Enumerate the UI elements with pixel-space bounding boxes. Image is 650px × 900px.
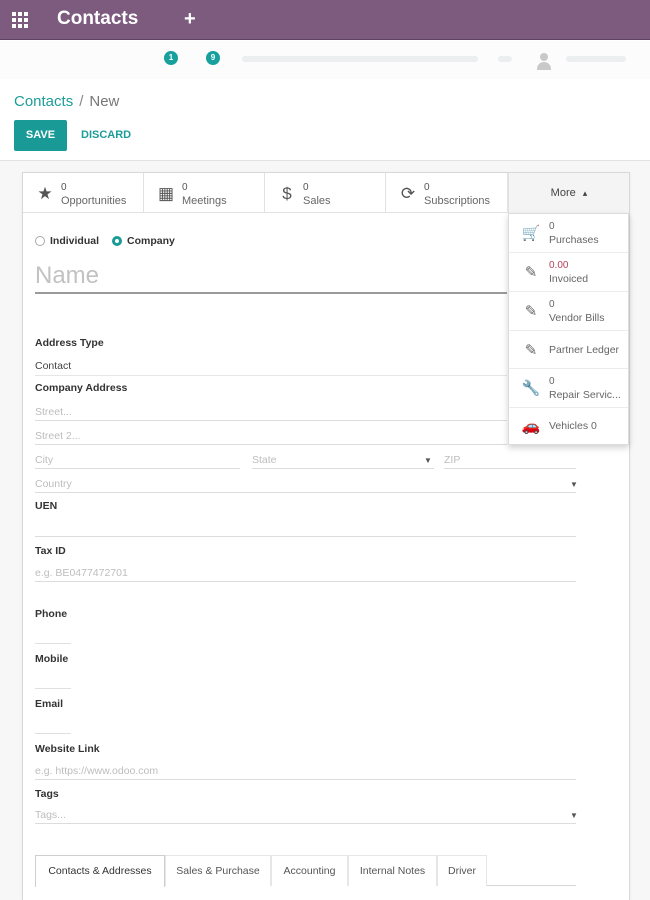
- email-input[interactable]: [35, 733, 71, 734]
- phone-label: Phone: [35, 608, 68, 620]
- invoiced-button[interactable]: ✎ 0.00 Invoiced: [509, 253, 628, 292]
- blurred-username[interactable]: [566, 56, 626, 62]
- subscriptions-button[interactable]: ⟳ 0 Subscriptions: [386, 173, 508, 213]
- blurred-systray-text: [242, 56, 478, 62]
- meetings-label: Meetings: [182, 195, 227, 207]
- street2-input[interactable]: [35, 427, 507, 445]
- partner-ledger-label: Partner Ledger: [549, 344, 620, 356]
- vendor-bills-label: Vendor Bills: [549, 312, 605, 324]
- uen-label: UEN: [35, 500, 58, 512]
- sales-label: Sales: [303, 195, 331, 207]
- chevron-down-icon[interactable]: ▼: [570, 480, 578, 489]
- subscriptions-label: Subscriptions: [424, 195, 491, 207]
- state-select[interactable]: [252, 451, 434, 469]
- vendor-bills-count: 0: [549, 299, 555, 310]
- cart-icon: 🛒: [521, 225, 541, 242]
- zip-input[interactable]: [444, 451, 576, 469]
- street-input[interactable]: [35, 403, 507, 421]
- address-type-select[interactable]: Contact: [35, 360, 71, 372]
- partner-ledger-button[interactable]: ✎ Partner Ledger: [509, 331, 628, 369]
- divider: [35, 375, 507, 376]
- individual-radio[interactable]: [35, 236, 45, 246]
- chevron-down-icon[interactable]: ▼: [570, 811, 578, 820]
- purchases-button[interactable]: 🛒 0 Purchases: [509, 214, 628, 253]
- star-icon: ★: [37, 184, 53, 203]
- more-button[interactable]: More ▴: [508, 173, 629, 213]
- tags-input[interactable]: [35, 806, 576, 824]
- website-input[interactable]: [35, 762, 576, 780]
- discard-button[interactable]: DISCARD: [81, 129, 131, 141]
- messages-badge[interactable]: 9: [206, 51, 220, 65]
- opportunities-count: 0: [61, 182, 67, 193]
- calendar-icon: ▦: [157, 184, 175, 203]
- tax-id-input[interactable]: [35, 564, 576, 582]
- edit-icon: ✎: [524, 303, 538, 320]
- sales-button[interactable]: $ 0 Sales: [265, 173, 386, 213]
- country-select[interactable]: [35, 475, 576, 493]
- vehicles-button[interactable]: 🚗 Vehicles 0: [509, 408, 628, 445]
- uen-input[interactable]: [35, 519, 576, 537]
- more-label: More: [550, 187, 576, 199]
- app-title[interactable]: Contacts: [57, 8, 138, 30]
- address-type-label: Address Type: [35, 337, 104, 349]
- activity-badge[interactable]: 1: [164, 51, 178, 65]
- mobile-input[interactable]: [35, 688, 71, 689]
- city-input[interactable]: [35, 451, 240, 469]
- phone-input[interactable]: [35, 643, 71, 644]
- company-radio[interactable]: [112, 236, 122, 246]
- purchases-label: Purchases: [549, 234, 599, 246]
- vehicles-label: Vehicles 0: [549, 420, 597, 432]
- more-dropdown-menu: 🛒 0 Purchases ✎ 0.00 Invoiced ✎ 0 Vendor…: [508, 213, 629, 445]
- repair-count: 0: [549, 376, 555, 387]
- dollar-icon: $: [282, 184, 292, 203]
- breadcrumb-current: New: [89, 93, 120, 110]
- tab-contacts-addresses[interactable]: Contacts & Addresses: [35, 855, 165, 887]
- top-navbar: Contacts +: [0, 0, 650, 40]
- opportunities-button[interactable]: ★ 0 Opportunities: [23, 173, 144, 213]
- invoiced-label: Invoiced: [549, 273, 589, 285]
- car-icon: 🚗: [521, 418, 541, 435]
- breadcrumb-contacts-link[interactable]: Contacts: [14, 93, 73, 110]
- apps-menu-icon[interactable]: [12, 12, 28, 28]
- website-label: Website Link: [35, 743, 100, 755]
- tax-id-label: Tax ID: [35, 545, 66, 557]
- mobile-label: Mobile: [35, 653, 69, 665]
- blurred-systray-text: [498, 56, 512, 62]
- caret-up-icon: ▴: [582, 188, 588, 198]
- breadcrumb-separator: /: [79, 93, 84, 110]
- refresh-icon: ⟳: [400, 184, 416, 203]
- save-button[interactable]: SAVE: [14, 120, 67, 151]
- breadcrumb: Contacts / New: [14, 93, 119, 110]
- meetings-count: 0: [182, 182, 188, 193]
- tab-sales-purchase[interactable]: Sales & Purchase: [165, 855, 271, 886]
- edit-icon: ✎: [524, 264, 538, 281]
- tab-internal-notes[interactable]: Internal Notes: [348, 855, 437, 886]
- wrench-icon: 🔧: [521, 380, 541, 397]
- repair-services-button[interactable]: 🔧 0 Repair Servic...: [509, 369, 628, 408]
- edit-icon: ✎: [524, 342, 538, 359]
- subscriptions-count: 0: [424, 182, 430, 193]
- vendor-bills-button[interactable]: ✎ 0 Vendor Bills: [509, 292, 628, 331]
- tags-label: Tags: [35, 788, 59, 800]
- email-label: Email: [35, 698, 64, 710]
- repair-label: Repair Servic...: [549, 389, 621, 401]
- individual-label[interactable]: Individual: [50, 235, 99, 247]
- user-avatar-icon[interactable]: [534, 51, 554, 71]
- meetings-button[interactable]: ▦ 0 Meetings: [144, 173, 265, 213]
- tab-driver[interactable]: Driver: [437, 855, 487, 886]
- quick-create-plus-icon[interactable]: +: [184, 7, 196, 31]
- company-label[interactable]: Company: [127, 235, 175, 247]
- name-input[interactable]: [35, 260, 507, 294]
- invoiced-amount: 0.00: [549, 260, 569, 271]
- tab-accounting[interactable]: Accounting: [271, 855, 348, 886]
- chevron-down-icon[interactable]: ▼: [424, 456, 432, 465]
- purchases-count: 0: [549, 221, 555, 232]
- opportunities-label: Opportunities: [61, 195, 127, 207]
- company-address-label: Company Address: [35, 382, 128, 394]
- sales-count: 0: [303, 182, 309, 193]
